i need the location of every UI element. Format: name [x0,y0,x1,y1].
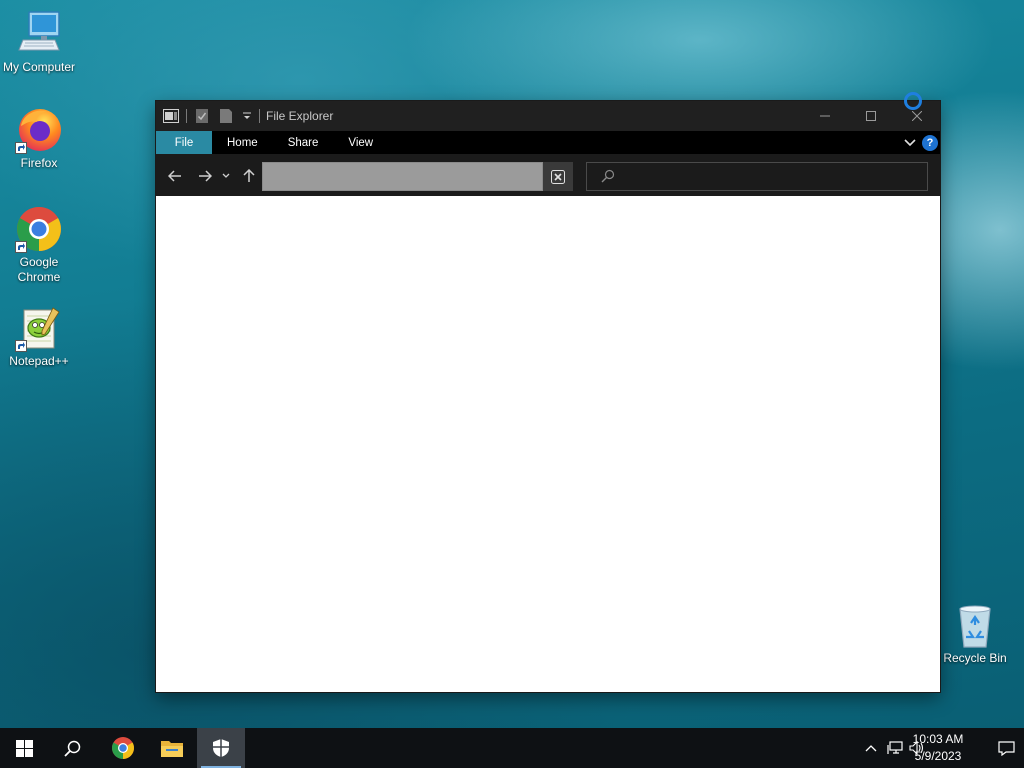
chrome-icon [15,205,63,253]
search-box[interactable] [586,162,928,191]
ribbon-tab-bar: File Home Share View ? [156,131,940,154]
desktop-icon-label: Chrome [17,270,61,284]
window-title: File Explorer [266,109,334,123]
window-icon[interactable] [162,107,180,125]
taskbar-chrome-button[interactable] [99,728,147,768]
separator [186,109,187,123]
busy-cursor-icon [904,92,922,110]
desktop-icon-firefox[interactable]: Firefox [0,106,79,171]
show-hidden-icons-chevron-icon[interactable] [862,740,880,756]
computer-icon [15,10,63,58]
tab-view[interactable]: View [333,131,388,154]
notepad-plus-plus-icon [15,304,63,352]
taskbar-windows-security-button[interactable] [197,728,245,768]
expand-ribbon-chevron-icon[interactable] [904,138,916,147]
taskbar: 10:03 AM 5/9/2023 [0,728,1024,768]
taskbar-search-button[interactable] [48,728,96,768]
maximize-button[interactable] [848,101,894,131]
tab-file[interactable]: File [156,131,212,154]
system-tray: 10:03 AM 5/9/2023 [824,728,1024,768]
taskbar-file-explorer-button[interactable] [148,728,196,768]
chrome-icon [112,737,134,759]
desktop-icon-label: Google [19,255,59,269]
start-button[interactable] [0,728,48,768]
back-arrow-icon[interactable] [166,167,184,185]
forward-arrow-icon[interactable] [196,167,214,185]
desktop-icon-notepad-plus-plus[interactable]: Notepad++ [0,304,79,369]
quick-access-toolbar [156,101,260,131]
clock[interactable]: 10:03 AM 5/9/2023 [908,731,968,765]
shield-icon [213,739,229,757]
tab-home[interactable]: Home [212,131,273,154]
shortcut-arrow-icon [15,241,27,253]
desktop-icon-google-chrome[interactable]: Google Chrome [0,205,79,285]
search-icon [601,169,615,188]
desktop-icon-label: My Computer [2,60,76,74]
new-folder-icon[interactable] [217,107,235,125]
shortcut-arrow-icon [15,142,27,154]
file-list-area[interactable] [156,196,940,692]
clock-time: 10:03 AM [912,732,964,746]
notifications-icon[interactable] [997,740,1015,756]
desktop-icon-label: Firefox [20,156,58,170]
title-bar[interactable]: File Explorer [156,101,940,131]
clear-address-button[interactable] [543,162,573,191]
tab-share[interactable]: Share [273,131,334,154]
minimize-button[interactable] [802,101,848,131]
network-icon[interactable] [886,740,904,756]
shortcut-arrow-icon [15,340,27,352]
windows-logo-icon [15,739,33,757]
separator [259,109,260,123]
up-arrow-icon[interactable] [240,167,258,185]
desktop-icon-label: Notepad++ [9,354,69,368]
properties-icon[interactable] [193,107,211,125]
desktop: My Computer Firefox Google Chrome Notepa… [0,0,1024,728]
address-bar[interactable] [262,162,543,191]
file-explorer-window[interactable]: File Explorer File Home Share View ? [156,101,940,692]
recent-locations-chevron-icon[interactable] [221,167,231,185]
folder-icon [161,741,183,757]
desktop-icon-label: Recycle Bin [943,651,1007,665]
desktop-icon-recycle-bin[interactable]: Recycle Bin [935,601,1015,666]
recycle-bin-icon [951,601,999,649]
navigation-bar [156,154,940,196]
clock-date: 5/9/2023 [914,749,962,763]
search-input[interactable] [621,165,921,188]
firefox-icon [15,106,63,154]
customize-toolbar-chevron-icon[interactable] [241,107,253,125]
search-icon [63,740,80,757]
help-icon[interactable]: ? [922,134,938,151]
desktop-icon-my-computer[interactable]: My Computer [0,10,79,75]
